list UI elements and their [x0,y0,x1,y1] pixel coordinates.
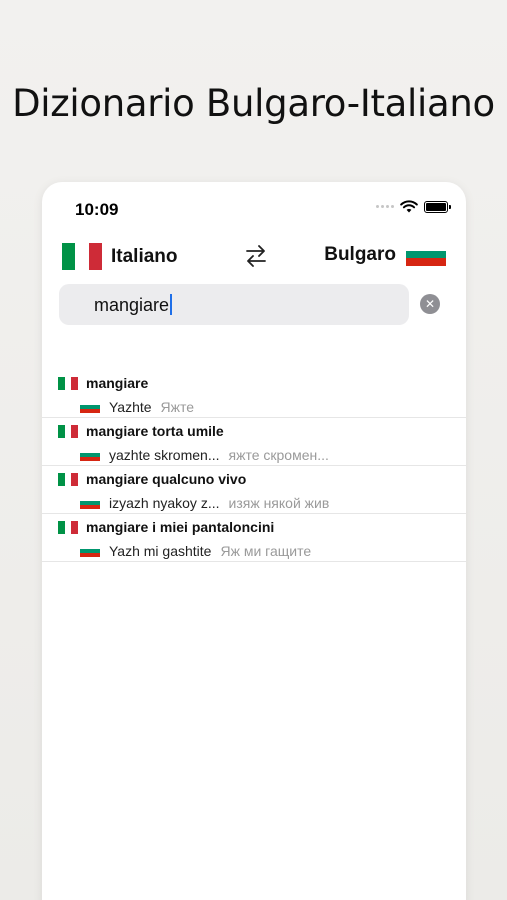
result-cyrillic: Яжте [160,399,195,415]
result-term: mangiare i miei pantaloncini [86,519,275,535]
result-transliteration: Yazh mi gashtite [109,543,212,559]
result-term-row: mangiare [58,375,148,391]
bulgaria-flag-icon [80,449,100,461]
bulgaria-flag-icon [80,497,100,509]
italy-flag-icon [58,376,78,390]
search-input[interactable]: mangiare [59,284,409,325]
target-language-selector[interactable]: Bulgaro [324,243,446,266]
result-term: mangiare qualcuno vivo [86,471,247,487]
list-item[interactable]: mangiare torta umile yazhte skromen... я… [42,418,466,466]
search-input-value: mangiare [94,295,170,315]
bulgaria-flag-icon [80,401,100,413]
results-list: mangiare Yazhte Яжте mangiare torta umil… [42,370,466,562]
wifi-icon [400,200,418,213]
italy-flag-icon [58,472,78,486]
status-time: 10:09 [75,200,119,219]
list-item[interactable]: mangiare Yazhte Яжте [42,370,466,418]
result-transliteration: Yazhte [109,399,152,415]
result-translation-row: izyazh nyakoy z... изяж някой жив [80,495,420,511]
phone-screen: 10:09 Italiano Bulgaro mangiare ✕ mangia… [42,182,466,900]
status-bar: 10:09 [42,182,466,236]
result-cyrillic: изяж някой жив [228,495,330,511]
target-language-label: Bulgaro [324,243,396,265]
italy-flag-icon [58,520,78,534]
result-cyrillic: Яж ми гащите [220,543,312,559]
battery-icon [424,200,451,213]
result-translation-row: yazhte skromen... яжте скромен... [80,447,420,463]
list-item[interactable]: mangiare i miei pantaloncini Yazh mi gas… [42,514,466,562]
search-input-value-wrap: mangiare [94,294,173,316]
cellular-signal-icon [376,205,394,208]
text-caret [170,294,173,315]
result-term: mangiare torta umile [86,423,224,439]
result-cyrillic: яжте скромен... [228,447,329,463]
result-transliteration: yazhte skromen... [109,447,220,463]
status-icons [376,200,451,213]
result-term-row: mangiare torta umile [58,423,224,439]
search-row: mangiare ✕ [59,284,449,326]
source-language-label: Italiano [111,245,178,267]
result-term-row: mangiare qualcuno vivo [58,471,246,487]
bulgaria-flag-icon [406,243,446,266]
result-term-row: mangiare i miei pantaloncini [58,519,274,535]
result-transliteration: izyazh nyakoy z... [109,495,220,511]
language-bar: Italiano Bulgaro [62,240,446,274]
bulgaria-flag-icon [80,545,100,557]
page-headline: Dizionario Bulgaro-Italiano [12,82,495,125]
clear-icon[interactable]: ✕ [420,294,440,314]
italy-flag-icon [62,243,102,270]
result-translation-row: Yazhte Яжте [80,399,420,415]
result-translation-row: Yazh mi gashtite Яж ми гащите [80,543,420,559]
result-term: mangiare [86,375,149,391]
list-item[interactable]: mangiare qualcuno vivo izyazh nyakoy z..… [42,466,466,514]
swap-arrows-icon[interactable] [242,242,270,270]
italy-flag-icon [58,424,78,438]
source-language-selector[interactable]: Italiano [62,243,178,270]
